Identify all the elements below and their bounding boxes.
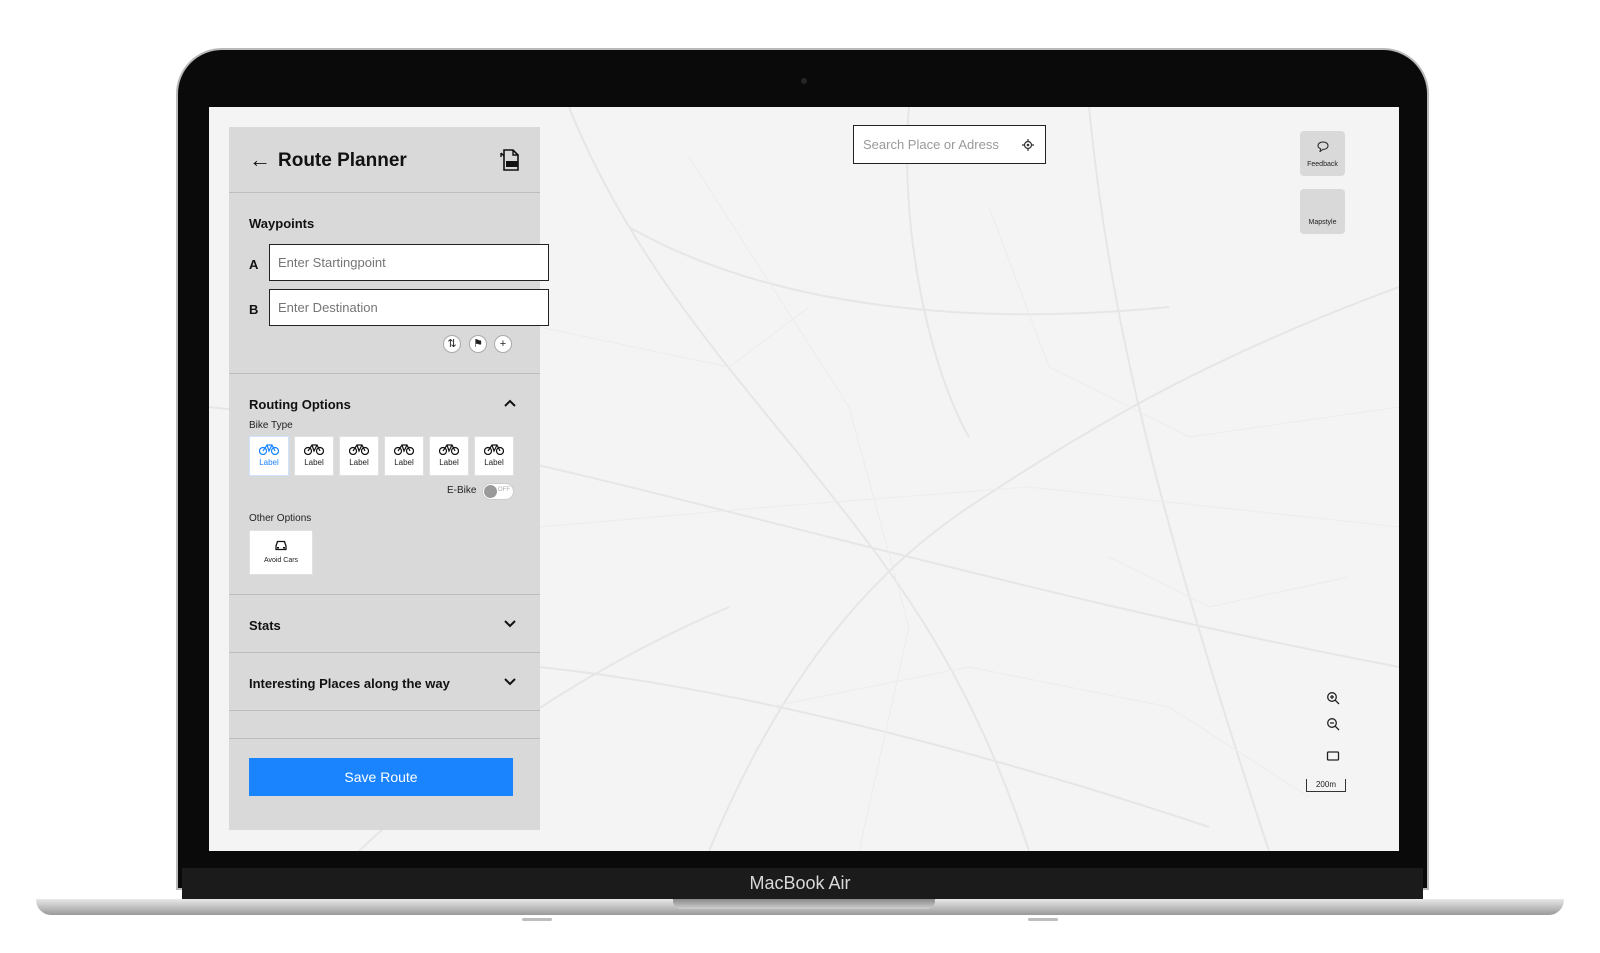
bike-type-option[interactable]: Label: [429, 436, 469, 476]
start-point-input[interactable]: [269, 244, 549, 281]
bike-type-grid: Label Label Label Label Label Label: [249, 436, 519, 476]
camera-icon: [801, 78, 807, 84]
bike-icon: [349, 444, 369, 455]
bike-icon: [394, 444, 414, 455]
zoom-in-icon[interactable]: [1326, 691, 1340, 705]
waypoint-a-letter: A: [249, 257, 259, 272]
bike-icon: [259, 444, 279, 455]
ebike-toggle[interactable]: OFF: [482, 483, 514, 500]
waypoint-b-letter: B: [249, 302, 259, 317]
page-title: Route Planner: [278, 150, 407, 171]
feedback-button[interactable]: Feedback: [1300, 131, 1345, 176]
bike-type-label-text: Label: [259, 458, 279, 467]
zoom-out-icon[interactable]: [1326, 717, 1340, 731]
places-heading: Interesting Places along the way: [249, 676, 450, 691]
laptop-notch: [673, 899, 935, 909]
feedback-label: Feedback: [1307, 161, 1338, 168]
search-input[interactable]: Search Place or Adress: [853, 125, 1046, 164]
bike-type-option[interactable]: Label: [384, 436, 424, 476]
mapstyle-label: Mapstyle: [1308, 219, 1337, 226]
places-section[interactable]: Interesting Places along the way: [229, 653, 540, 711]
bike-icon: [439, 444, 459, 455]
search-placeholder: Search Place or Adress: [863, 137, 999, 152]
bike-type-label-text: Label: [394, 458, 414, 467]
bike-type-option[interactable]: Label: [294, 436, 334, 476]
locate-icon[interactable]: [1022, 139, 1034, 151]
save-route-button[interactable]: Save Route: [249, 758, 513, 796]
avoid-cars-label: Avoid Cars: [263, 557, 299, 564]
bike-type-option[interactable]: Label: [339, 436, 379, 476]
map-scale: 200m: [1306, 779, 1346, 792]
car-icon: [275, 540, 287, 551]
speech-bubble-icon: [1317, 141, 1329, 152]
gpx-export-icon[interactable]: [499, 149, 521, 171]
waypoints-heading: Waypoints: [249, 216, 315, 231]
chevron-up-icon[interactable]: [503, 396, 517, 410]
bike-type-label-text: Label: [484, 458, 504, 467]
ebike-label: E-Bike: [447, 485, 477, 496]
stats-section[interactable]: Stats: [229, 595, 540, 653]
device-brand-label: MacBook Air: [749, 873, 851, 893]
panel-footer: Save Route: [229, 739, 540, 819]
laptop-foot: [522, 918, 552, 921]
bike-type-option[interactable]: Label: [474, 436, 514, 476]
avoid-cars-option[interactable]: Avoid Cars: [249, 530, 313, 575]
chevron-down-icon[interactable]: [503, 675, 517, 689]
mapstyle-button[interactable]: Mapstyle: [1300, 189, 1345, 234]
destination-input[interactable]: [269, 289, 549, 326]
panel-header: ← Route Planner: [229, 127, 540, 193]
back-arrow-icon[interactable]: ←: [249, 149, 271, 171]
flag-icon[interactable]: ⚑: [469, 335, 487, 353]
fullscreen-icon[interactable]: [1326, 749, 1340, 763]
stats-heading: Stats: [249, 618, 281, 633]
laptop-foot: [1028, 918, 1058, 921]
toggle-knob: [484, 485, 497, 498]
bike-type-label-text: Label: [439, 458, 459, 467]
bike-type-option[interactable]: Label: [249, 436, 289, 476]
other-options-label: Other Options: [249, 513, 312, 524]
bike-type-label-text: Label: [304, 458, 324, 467]
routing-options-section: Routing Options Bike Type Label Label La…: [229, 374, 540, 595]
bike-type-label-text: Label: [349, 458, 369, 467]
bike-type-label: Bike Type: [249, 420, 293, 431]
swap-waypoints-icon[interactable]: ⇅: [443, 335, 461, 353]
panel-spacer: [229, 711, 540, 739]
bike-icon: [484, 444, 504, 455]
routing-options-heading: Routing Options: [249, 397, 351, 412]
app-screen: ← Route Planner Waypoints A B ⇅ ⚑ + Rout…: [209, 107, 1399, 851]
chevron-down-icon[interactable]: [503, 617, 517, 631]
waypoints-section: Waypoints A B ⇅ ⚑ +: [229, 193, 549, 374]
add-waypoint-icon[interactable]: +: [494, 335, 512, 353]
bike-icon: [304, 444, 324, 455]
toggle-state-text: OFF: [498, 487, 510, 493]
route-planner-panel: ← Route Planner Waypoints A B ⇅ ⚑ + Rout…: [229, 127, 549, 830]
